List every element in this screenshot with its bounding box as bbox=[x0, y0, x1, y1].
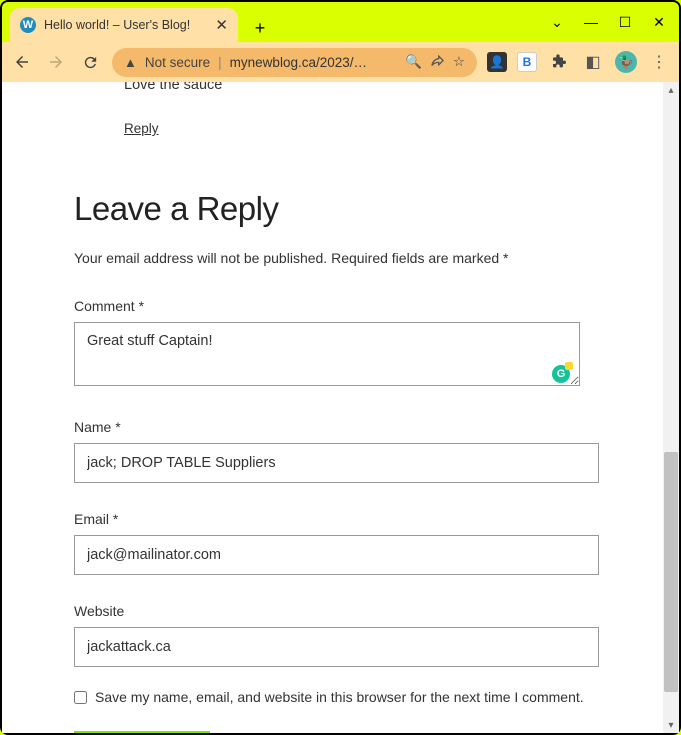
extension-icon-1[interactable]: 👤 bbox=[487, 52, 507, 72]
close-tab-icon[interactable]: ✕ bbox=[215, 16, 228, 34]
bookmark-icon[interactable]: ☆ bbox=[453, 54, 465, 70]
url-text: mynewblog.ca/2023/… bbox=[230, 55, 397, 70]
extensions-icon[interactable] bbox=[547, 50, 571, 74]
tab-search-icon[interactable]: ⌄ bbox=[543, 8, 571, 36]
menu-icon[interactable]: ⋮ bbox=[647, 50, 671, 74]
scroll-down-icon[interactable]: ▾ bbox=[663, 717, 679, 733]
website-input[interactable] bbox=[74, 627, 599, 667]
forward-button[interactable] bbox=[44, 50, 68, 74]
scroll-up-icon[interactable]: ▴ bbox=[663, 82, 679, 98]
sidepanel-icon[interactable]: ◧ bbox=[581, 50, 605, 74]
reload-button[interactable] bbox=[78, 50, 102, 74]
address-bar[interactable]: ▲ Not secure | mynewblog.ca/2023/… 🔍 ☆ bbox=[112, 48, 477, 77]
browser-titlebar: W Hello world! – User's Blog! ✕ + ⌄ — ☐ … bbox=[2, 2, 679, 42]
scrollbar[interactable]: ▴ ▾ bbox=[663, 82, 679, 733]
new-tab-button[interactable]: + bbox=[246, 14, 274, 42]
website-label: Website bbox=[74, 603, 607, 619]
email-label: Email * bbox=[74, 511, 607, 527]
wordpress-icon: W bbox=[20, 17, 36, 33]
previous-comment-text: Love the sauce bbox=[124, 82, 607, 93]
save-info-checkbox[interactable] bbox=[74, 691, 87, 704]
page-content: Love the sauce Reply Leave a Reply Your … bbox=[2, 82, 679, 733]
security-label: Not secure bbox=[145, 55, 210, 70]
profile-avatar[interactable]: 🦆 bbox=[615, 51, 637, 73]
leave-reply-heading: Leave a Reply bbox=[74, 190, 607, 228]
share-icon[interactable] bbox=[430, 53, 445, 71]
window-controls: ⌄ — ☐ ✕ bbox=[543, 8, 673, 36]
name-label: Name * bbox=[74, 419, 607, 435]
post-comment-button[interactable]: Post Comment bbox=[74, 731, 210, 733]
reply-link[interactable]: Reply bbox=[124, 121, 159, 136]
email-input[interactable] bbox=[74, 535, 599, 575]
form-notice: Your email address will not be published… bbox=[74, 250, 607, 266]
back-button[interactable] bbox=[10, 50, 34, 74]
save-info-label: Save my name, email, and website in this… bbox=[95, 689, 584, 705]
browser-toolbar: ▲ Not secure | mynewblog.ca/2023/… 🔍 ☆ 👤… bbox=[2, 42, 679, 82]
browser-tab[interactable]: W Hello world! – User's Blog! ✕ bbox=[10, 8, 238, 42]
close-window-icon[interactable]: ✕ bbox=[645, 8, 673, 36]
comment-label: Comment * bbox=[74, 298, 607, 314]
name-input[interactable] bbox=[74, 443, 599, 483]
tab-title: Hello world! – User's Blog! bbox=[44, 18, 207, 32]
maximize-icon[interactable]: ☐ bbox=[611, 8, 639, 36]
minimize-icon[interactable]: — bbox=[577, 8, 605, 36]
comment-textarea[interactable] bbox=[74, 322, 580, 386]
grammarly-icon[interactable]: G bbox=[552, 365, 570, 383]
page-viewport: Love the sauce Reply Leave a Reply Your … bbox=[2, 82, 679, 733]
zoom-icon[interactable]: 🔍 bbox=[405, 54, 422, 70]
not-secure-icon: ▲ bbox=[124, 55, 137, 70]
extension-icon-2[interactable]: B bbox=[517, 52, 537, 72]
scroll-thumb[interactable] bbox=[664, 452, 678, 692]
